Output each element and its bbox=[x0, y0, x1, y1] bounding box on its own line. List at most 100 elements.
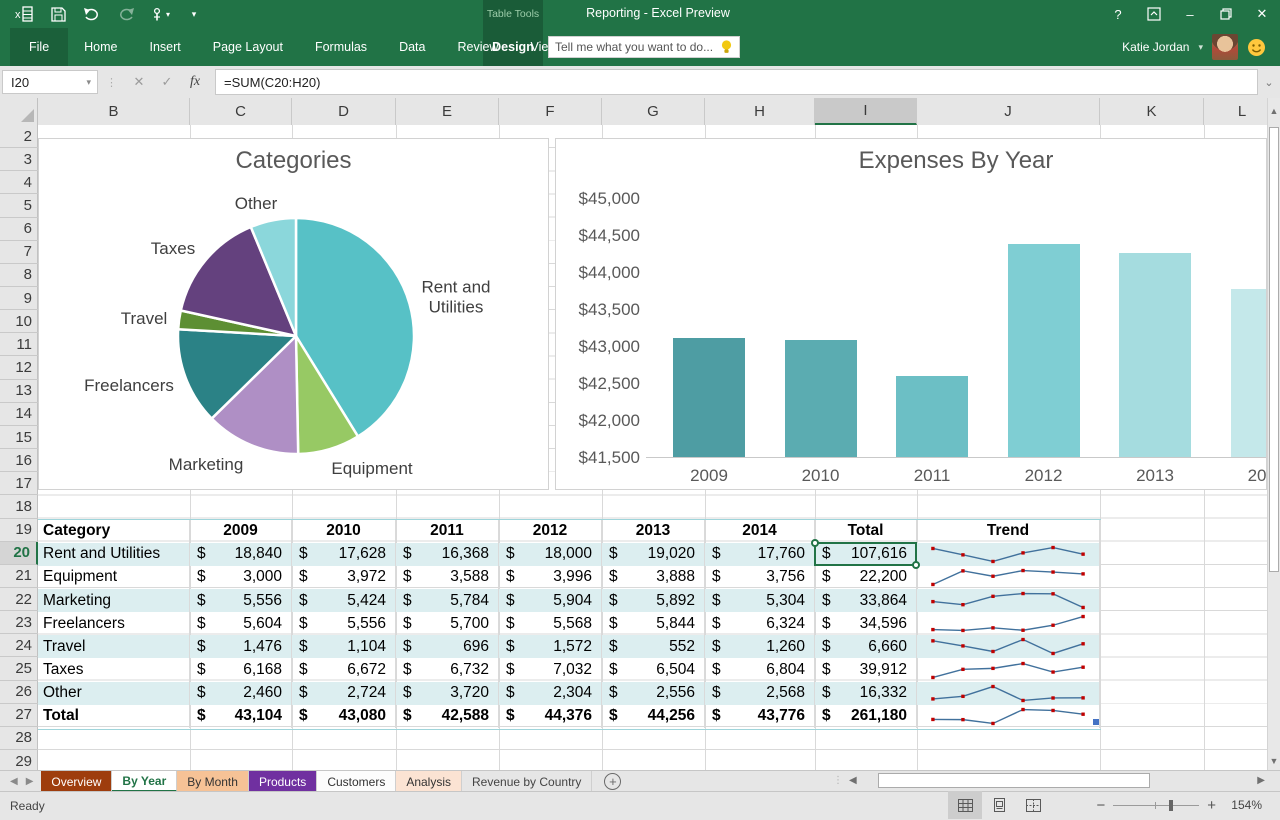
page-layout-view-button[interactable] bbox=[982, 791, 1016, 819]
table-header-2010[interactable]: 2010 bbox=[292, 520, 396, 543]
row-header-11[interactable]: 11 bbox=[0, 333, 38, 356]
value-cell[interactable]: $1,476 bbox=[190, 635, 292, 658]
value-cell[interactable]: $16,368 bbox=[396, 543, 499, 566]
zoom-slider[interactable] bbox=[1113, 805, 1199, 806]
row-header-19[interactable]: 19 bbox=[0, 519, 38, 542]
value-cell[interactable]: $18,840 bbox=[190, 543, 292, 566]
column-header-H[interactable]: H bbox=[705, 98, 815, 125]
horizontal-scrollbar[interactable]: ⋮ ◀ ▶ bbox=[833, 772, 1267, 789]
vertical-scrollbar[interactable]: ▲ ▼ bbox=[1267, 98, 1280, 770]
row-header-9[interactable]: 9 bbox=[0, 287, 38, 310]
bar-chart-object[interactable]: Expenses By Year $45,000$44,500$44,000$4… bbox=[555, 138, 1267, 490]
column-header-E[interactable]: E bbox=[396, 98, 499, 125]
value-cell[interactable]: $1,572 bbox=[499, 635, 602, 658]
trend-sparkline-cell[interactable] bbox=[917, 682, 1100, 705]
customize-qat-button[interactable]: ▾ bbox=[184, 5, 204, 23]
sheet-tab-by-year[interactable]: By Year bbox=[112, 771, 177, 792]
row-header-4[interactable]: 4 bbox=[0, 171, 38, 194]
value-cell[interactable]: $5,904 bbox=[499, 589, 602, 612]
value-cell[interactable]: $6,732 bbox=[396, 658, 499, 681]
category-cell[interactable]: Equipment bbox=[38, 566, 190, 589]
value-cell[interactable]: $5,604 bbox=[190, 612, 292, 635]
tab-home[interactable]: Home bbox=[68, 28, 133, 66]
expenses-table[interactable]: Category200920102011201220132014TotalTre… bbox=[38, 519, 1101, 730]
table-header-2011[interactable]: 2011 bbox=[396, 520, 499, 543]
row-header-15[interactable]: 15 bbox=[0, 426, 38, 449]
category-cell[interactable]: Marketing bbox=[38, 589, 190, 612]
value-cell[interactable]: $5,892 bbox=[602, 589, 705, 612]
tell-me-input[interactable]: Tell me what you want to do... bbox=[548, 36, 740, 58]
row-header-29[interactable]: 29 bbox=[0, 750, 38, 770]
page-break-preview-button[interactable] bbox=[1016, 791, 1050, 819]
hscroll-left-arrow-icon[interactable]: ◀ bbox=[849, 775, 857, 786]
total-cell[interactable]: $6,660 bbox=[815, 635, 917, 658]
value-cell[interactable]: $44,376 bbox=[499, 705, 602, 728]
value-cell[interactable]: $43,776 bbox=[705, 705, 815, 728]
selected-cell-I20[interactable] bbox=[814, 542, 917, 566]
insert-function-button[interactable]: fx bbox=[181, 74, 209, 90]
value-cell[interactable]: $6,168 bbox=[190, 658, 292, 681]
total-cell[interactable]: $22,200 bbox=[815, 566, 917, 589]
value-cell[interactable]: $43,080 bbox=[292, 705, 396, 728]
minimize-button[interactable]: – bbox=[1172, 0, 1208, 28]
value-cell[interactable]: $6,504 bbox=[602, 658, 705, 681]
value-cell[interactable]: $2,460 bbox=[190, 682, 292, 705]
undo-button[interactable] bbox=[82, 5, 102, 23]
value-cell[interactable]: $5,844 bbox=[602, 612, 705, 635]
trend-sparkline-cell[interactable] bbox=[917, 635, 1100, 658]
tab-design[interactable]: Design bbox=[483, 28, 543, 66]
value-cell[interactable]: $6,672 bbox=[292, 658, 396, 681]
table-header-2012[interactable]: 2012 bbox=[499, 520, 602, 543]
row-header-12[interactable]: 12 bbox=[0, 357, 38, 380]
value-cell[interactable]: $5,700 bbox=[396, 612, 499, 635]
value-cell[interactable]: $5,556 bbox=[190, 589, 292, 612]
enter-entry-button[interactable]: ✓ bbox=[153, 74, 181, 90]
value-cell[interactable]: $6,324 bbox=[705, 612, 815, 635]
row-header-8[interactable]: 8 bbox=[0, 264, 38, 287]
row-header-3[interactable]: 3 bbox=[0, 148, 38, 171]
category-cell[interactable]: Other bbox=[38, 682, 190, 705]
column-header-J[interactable]: J bbox=[917, 98, 1100, 125]
value-cell[interactable]: $5,556 bbox=[292, 612, 396, 635]
zoom-level[interactable]: 154% bbox=[1231, 791, 1262, 819]
column-header-L[interactable]: L bbox=[1204, 98, 1267, 125]
hscroll-grip-icon[interactable]: ⋮ bbox=[833, 775, 843, 786]
selection-handle-top-left[interactable] bbox=[811, 539, 819, 547]
save-button[interactable] bbox=[48, 5, 68, 23]
row-header-21[interactable]: 21 bbox=[0, 565, 38, 588]
row-header-23[interactable]: 23 bbox=[0, 611, 38, 634]
row-header-16[interactable]: 16 bbox=[0, 449, 38, 472]
value-cell[interactable]: $19,020 bbox=[602, 543, 705, 566]
trend-sparkline-cell[interactable] bbox=[917, 543, 1100, 566]
value-cell[interactable]: $696 bbox=[396, 635, 499, 658]
vscroll-down-arrow-icon[interactable]: ▼ bbox=[1268, 756, 1280, 766]
table-header-trend[interactable]: Trend bbox=[917, 520, 1100, 543]
category-cell[interactable]: Freelancers bbox=[38, 612, 190, 635]
hscroll-thumb[interactable] bbox=[878, 773, 1150, 788]
select-all-button[interactable] bbox=[0, 98, 38, 125]
value-cell[interactable]: $17,628 bbox=[292, 543, 396, 566]
value-cell[interactable]: $7,032 bbox=[499, 658, 602, 681]
sheet-tab-overview[interactable]: Overview bbox=[41, 771, 112, 792]
row-header-26[interactable]: 26 bbox=[0, 681, 38, 704]
tab-formulas[interactable]: Formulas bbox=[299, 28, 383, 66]
value-cell[interactable]: $1,104 bbox=[292, 635, 396, 658]
category-cell[interactable]: Taxes bbox=[38, 658, 190, 681]
ribbon-display-options-button[interactable] bbox=[1136, 0, 1172, 28]
row-header-28[interactable]: 28 bbox=[0, 727, 38, 750]
category-cell[interactable]: Travel bbox=[38, 635, 190, 658]
hscroll-right-arrow-icon[interactable]: ▶ bbox=[1257, 775, 1265, 786]
close-button[interactable]: ✕ bbox=[1244, 0, 1280, 28]
row-header-5[interactable]: 5 bbox=[0, 194, 38, 217]
row-header-6[interactable]: 6 bbox=[0, 218, 38, 241]
value-cell[interactable]: $3,996 bbox=[499, 566, 602, 589]
normal-view-button[interactable] bbox=[948, 791, 982, 819]
sheet-tab-customers[interactable]: Customers bbox=[317, 771, 396, 792]
tab-data[interactable]: Data bbox=[383, 28, 441, 66]
total-cell[interactable]: $33,864 bbox=[815, 589, 917, 612]
column-header-G[interactable]: G bbox=[602, 98, 705, 125]
category-cell[interactable]: Total bbox=[38, 705, 190, 728]
row-header-2[interactable]: 2 bbox=[0, 125, 38, 148]
value-cell[interactable]: $44,256 bbox=[602, 705, 705, 728]
column-header-F[interactable]: F bbox=[499, 98, 602, 125]
